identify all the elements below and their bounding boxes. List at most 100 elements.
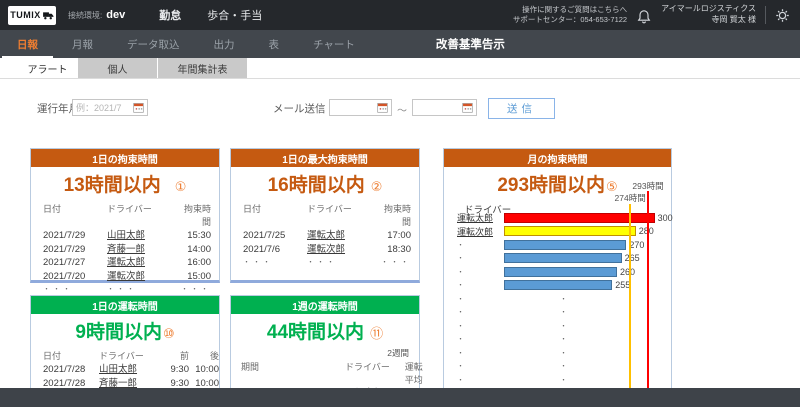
tab-nenkan-shukei[interactable]: 年間集計表 (158, 58, 248, 78)
driver-link[interactable]: 山田太郎 (99, 363, 157, 377)
app-screen: TUMIX 接続環境: dev 勤怠 歩合・手当 操作に関するご質問はこちらへ … (0, 0, 800, 407)
continuation-dot: ・ (560, 361, 567, 371)
company-name: アイマールロジスティクス (661, 4, 756, 15)
environment-value: dev (106, 9, 125, 21)
column-header: ドライバー (345, 361, 399, 387)
table-cell: 17:00 (381, 229, 411, 243)
continuation-dot: ・ (444, 307, 504, 317)
continuation-dot: ・ (560, 307, 567, 317)
menu-item-buai[interactable]: 歩合・手当 (207, 7, 262, 23)
table-cell: 2021/7/28 (43, 363, 99, 377)
bar (504, 267, 617, 277)
table-cell: 2021/7/6 (243, 243, 307, 257)
driver-link[interactable]: 運転次郎 (107, 270, 181, 284)
topbar-divider (765, 6, 766, 24)
nav-item-output[interactable]: 出力 (197, 30, 252, 58)
driver-link[interactable]: 斉藤一郎 (107, 243, 181, 257)
bar-value-label: 270 (629, 240, 644, 250)
card-monthly-restraint: 月の拘束時間 293時間以内⑤ ドライバー 運転太郎300運転次郎280・270… (443, 148, 672, 388)
column-header: ドライバー (107, 203, 181, 229)
bar-value-label: 280 (639, 226, 654, 236)
chart-continuation-row: ・・ (444, 333, 671, 347)
bar (504, 240, 626, 250)
table-cell: 15:30 (181, 229, 211, 243)
continuation-dot: ・ (560, 294, 567, 304)
user-name: 寺岡 賢太 様 (661, 15, 756, 26)
chart-category-label[interactable]: 運転次郎 (444, 225, 504, 238)
column-header: 日付 (43, 350, 99, 363)
limit-value: 13時間以内 (64, 175, 161, 196)
support-info: 操作に関するご質問はこちらへ サポートセンター：054-653-7122 (513, 5, 627, 25)
calendar-icon[interactable] (377, 102, 388, 113)
month-input[interactable] (76, 103, 133, 113)
column-header: ドライバー (307, 203, 381, 229)
daily-max-restraint-table: 日付ドライバー拘束時間2021/7/25運転太郎17:002021/7/6運転次… (243, 203, 407, 270)
bar (504, 253, 622, 263)
column-header: 日付 (43, 203, 107, 229)
table-cell: 18:30 (381, 243, 411, 257)
settings-gear-icon[interactable] (775, 8, 790, 23)
nav-item-hyou[interactable]: 表 (252, 30, 297, 58)
continuation-dot: ・ (444, 321, 504, 331)
bar-value-label: 300 (658, 213, 673, 223)
limit-text: 9時間以内⑩ (31, 317, 219, 344)
nav-item-kaizen-kijun[interactable]: 改善基準告示 (436, 30, 505, 58)
chart-continuation-row: ・・ (444, 373, 671, 387)
continuation-dot: ・ (444, 361, 504, 371)
support-line1: 操作に関するご質問はこちらへ (513, 5, 627, 15)
limit-value: 16時間以内 (268, 175, 365, 196)
driver-link[interactable]: 運転次郎 (307, 243, 381, 257)
column-header: 後 (189, 350, 219, 363)
mail-to-date-input[interactable] (416, 103, 462, 113)
driver-link[interactable]: 運転太郎 (107, 256, 181, 270)
continuation-dot: ・ (444, 334, 504, 344)
main-nav: 日報 月報 データ取込 出力 表 チャート 改善基準告示 (0, 30, 800, 58)
chart-category-label[interactable]: 運転太郎 (444, 211, 504, 224)
mail-send-label: メール送信 (273, 101, 326, 116)
chart-bar-row: ・ 265 (444, 252, 671, 266)
tab-bar: アラート 個人 年間集計表 (0, 58, 800, 79)
chart-bar-row: ・255 (444, 279, 671, 293)
nav-item-data-import[interactable]: データ取込 (110, 30, 197, 58)
card-daily-max-restraint: 1日の最大拘束時間 16時間以内② 日付ドライバー拘束時間2021/7/25運転… (230, 148, 420, 283)
bar-chart: 運転太郎300運転次郎280・270・265・260・255・・・・・・・・・・… (444, 211, 671, 387)
notification-bell-icon[interactable] (636, 7, 652, 24)
chart-category-label: ・ (444, 253, 504, 263)
calendar-icon[interactable] (133, 102, 144, 113)
limit-badge: ⑪ (370, 326, 383, 341)
limit-value: 9時間以内 (75, 322, 162, 343)
nav-item-chart[interactable]: チャート (296, 30, 372, 58)
column-header: 拘束時間 (381, 203, 411, 229)
continuation-dot: ・ (560, 321, 567, 331)
bar-value-label: 265 (625, 253, 640, 263)
limit-value: 293時間以内 (497, 175, 605, 196)
table-cell: 2021/7/25 (243, 229, 307, 243)
limit-value: 44時間以内 (267, 322, 364, 343)
calendar-icon[interactable] (462, 102, 473, 113)
table-cell: 15:00 (181, 270, 211, 284)
table-cell: 14:00 (181, 243, 211, 257)
driver-link[interactable]: 運転太郎 (307, 229, 381, 243)
table-cell: ・・・ (307, 256, 381, 270)
table-cell: 2021/7/27 (43, 256, 107, 270)
tab-alert[interactable]: アラート (18, 58, 78, 78)
chart-continuation-row: ・・ (444, 346, 671, 360)
tumix-logo[interactable]: TUMIX (8, 6, 56, 25)
range-separator: ～ (397, 102, 407, 117)
mail-from-date-input[interactable] (333, 103, 377, 113)
tab-kojin[interactable]: 個人 (78, 58, 158, 78)
table-cell: 16:00 (181, 256, 211, 270)
send-button[interactable]: 送信 (488, 98, 555, 119)
chart-bar-row: 運転次郎 280 (444, 225, 671, 239)
nav-item-nippo[interactable]: 日報 (0, 30, 55, 58)
card-title: 1日の拘束時間 (31, 149, 219, 167)
menu-item-kintai[interactable]: 勤怠 (159, 7, 181, 23)
environment-indicator: 接続環境: dev (68, 9, 125, 21)
driver-link[interactable]: 山田太郎 (107, 229, 181, 243)
nav-item-geppo[interactable]: 月報 (55, 30, 110, 58)
environment-label: 接続環境: (68, 10, 102, 21)
support-line2: サポートセンター：054-653-7122 (513, 15, 627, 25)
table-cell: 2021/7/29 (43, 229, 107, 243)
limit-text: 293時間以内⑤ (444, 170, 671, 197)
account-info[interactable]: アイマールロジスティクス 寺岡 賢太 様 (661, 4, 756, 26)
